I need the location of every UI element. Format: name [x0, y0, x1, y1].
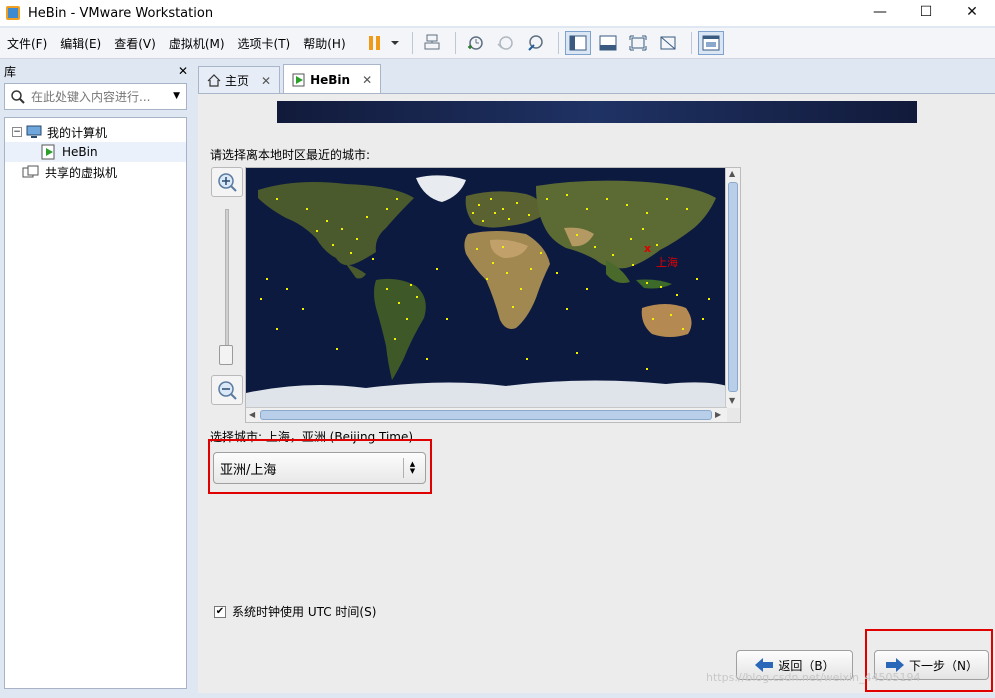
- zoom-out-button[interactable]: [211, 375, 243, 405]
- maximize-button[interactable]: ☐: [903, 0, 949, 24]
- timezone-map[interactable]: x 上海 ▲ ▼ ◀ ▶: [245, 167, 741, 423]
- utc-label: 系统时钟使用 UTC 时间(S): [232, 605, 377, 619]
- library-close-button[interactable]: ✕: [178, 64, 188, 78]
- tab-label: 主页: [225, 74, 250, 88]
- vm-running-icon: [292, 73, 305, 86]
- utc-checkbox[interactable]: ✔: [214, 605, 226, 618]
- scroll-left-icon[interactable]: ◀: [249, 410, 255, 419]
- timezone-select-value: 亚洲/上海: [220, 462, 277, 478]
- tab-close-button[interactable]: ✕: [261, 74, 271, 88]
- fullscreen-icon[interactable]: [625, 31, 651, 55]
- zoom-out-icon: [218, 381, 237, 400]
- menu-edit[interactable]: 编辑(E): [54, 35, 107, 52]
- menu-tabs[interactable]: 选项卡(T): [232, 35, 297, 52]
- tree-item-my-computer[interactable]: − 我的计算机: [5, 122, 186, 142]
- unity-icon[interactable]: [655, 31, 681, 55]
- menu-view[interactable]: 查看(V): [108, 35, 162, 52]
- zoom-slider-handle[interactable]: [219, 345, 233, 365]
- home-icon: [207, 74, 221, 87]
- scroll-right-icon[interactable]: ▶: [715, 410, 721, 419]
- scroll-thumb[interactable]: [260, 410, 712, 420]
- zoom-in-icon: [218, 173, 237, 192]
- tree-item-hebin[interactable]: HeBin: [5, 142, 186, 162]
- show-library-icon[interactable]: [564, 31, 591, 55]
- tree-item-label: HeBin: [62, 145, 98, 159]
- send-keys-icon[interactable]: [419, 31, 445, 55]
- selected-city-label: 上海: [656, 255, 678, 269]
- toolbar-separator: [557, 32, 559, 54]
- map-vertical-scrollbar[interactable]: ▲ ▼: [725, 168, 740, 408]
- zoom-slider-track[interactable]: [225, 209, 229, 361]
- vm-console[interactable]: 请选择离本地时区最近的城市: x 上海 ▲ ▼ ◀ ▶ 选择城市: 上海，亚洲 …: [198, 93, 995, 693]
- window-controls: — ☐ ✕: [857, 0, 995, 26]
- window-title: HeBin - VMware Workstation: [28, 5, 214, 21]
- tree-item-shared[interactable]: 共享的虚拟机: [5, 162, 186, 182]
- library-tree: − 我的计算机 HeBin 共享的虚拟机: [4, 117, 187, 689]
- tab-hebin[interactable]: HeBin ✕: [283, 64, 382, 94]
- search-icon: [11, 89, 25, 104]
- vm-running-icon: [41, 144, 55, 160]
- toolbar-separator: [454, 32, 456, 54]
- thumbnail-bar-icon[interactable]: [595, 31, 621, 55]
- selected-city-marker: x: [644, 242, 651, 255]
- menu-bar: 文件(F) 编辑(E) 查看(V) 虚拟机(M) 选项卡(T) 帮助(H): [0, 28, 995, 59]
- tab-home[interactable]: 主页 ✕: [198, 66, 281, 94]
- library-title: 库: [4, 64, 17, 79]
- tab-label: HeBin: [310, 72, 351, 87]
- title-bar: HeBin - VMware Workstation — ☐ ✕: [0, 0, 995, 26]
- toolbar-separator: [411, 32, 413, 54]
- zoom-in-button[interactable]: [211, 167, 243, 197]
- scroll-down-icon[interactable]: ▼: [729, 396, 735, 405]
- menu-vm[interactable]: 虚拟机(M): [163, 35, 231, 52]
- map-zoom-controls: [211, 167, 245, 407]
- utc-option[interactable]: ✔ 系统时钟使用 UTC 时间(S): [214, 603, 376, 620]
- minimize-button[interactable]: —: [857, 0, 903, 24]
- tab-close-button[interactable]: ✕: [362, 73, 372, 87]
- library-search-input[interactable]: 在此处键入内容进行... ▼: [4, 83, 187, 110]
- chevron-down-icon[interactable]: [388, 31, 402, 55]
- tree-item-label: 我的计算机: [47, 125, 108, 140]
- console-view-icon[interactable]: [697, 31, 724, 55]
- snapshot-manager-icon[interactable]: [522, 31, 548, 55]
- collapse-toggle[interactable]: −: [12, 127, 22, 137]
- shared-vms-icon: [22, 165, 39, 178]
- menu-help[interactable]: 帮助(H): [297, 35, 351, 52]
- toolbar: [362, 31, 728, 55]
- vmware-app-icon: [6, 6, 20, 20]
- computer-icon: [26, 125, 42, 138]
- menu-file[interactable]: 文件(F): [1, 35, 53, 52]
- tab-bar: 主页 ✕ HeBin ✕: [198, 64, 384, 94]
- select-spinner-icon: ▲ ▼: [403, 458, 421, 478]
- snapshot-icon[interactable]: [462, 31, 488, 55]
- map-horizontal-scrollbar[interactable]: ◀ ▶: [246, 407, 727, 422]
- scroll-thumb[interactable]: [728, 182, 738, 392]
- timezone-prompt: 请选择离本地时区最近的城市:: [210, 148, 371, 162]
- toolbar-separator: [690, 32, 692, 54]
- close-window-button[interactable]: ✕: [949, 0, 995, 24]
- search-placeholder: 在此处键入内容进行...: [31, 90, 151, 104]
- scroll-up-icon[interactable]: ▲: [729, 169, 735, 178]
- revert-snapshot-icon[interactable]: [492, 31, 518, 55]
- world-map[interactable]: x 上海: [246, 168, 727, 408]
- library-header: 库 ✕: [0, 60, 196, 82]
- installer-banner: [277, 101, 917, 123]
- timezone-select[interactable]: 亚洲/上海 ▲ ▼: [213, 452, 426, 484]
- tree-item-label: 共享的虚拟机: [45, 165, 118, 180]
- search-dropdown-icon[interactable]: ▼: [173, 91, 180, 101]
- pause-icon[interactable]: [362, 31, 388, 55]
- watermark: https://blog.csdn.net/weixin_44505194: [706, 671, 921, 684]
